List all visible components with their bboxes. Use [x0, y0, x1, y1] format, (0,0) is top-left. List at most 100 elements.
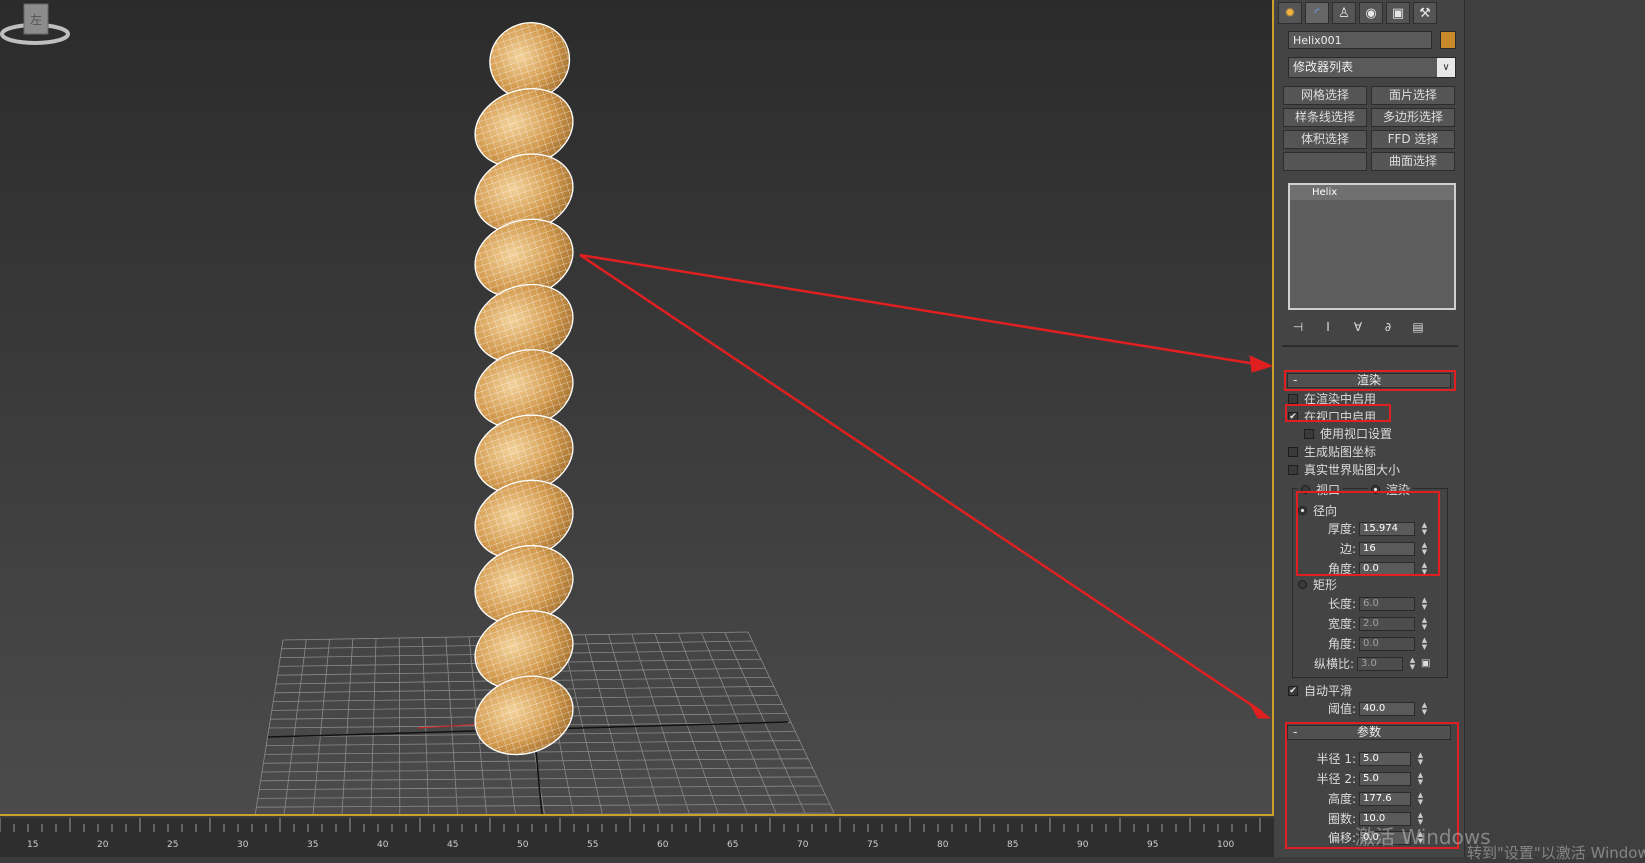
- mesh-select-button[interactable]: 网格选择: [1283, 86, 1367, 105]
- modifier-list-dropdown[interactable]: 修改器列表 ∨: [1288, 57, 1456, 78]
- ruler-label: 45: [447, 840, 459, 850]
- highlight-box: [1296, 491, 1440, 576]
- utilities-icon: ⚒: [1419, 5, 1431, 21]
- perspective-viewport[interactable]: 左: [0, 0, 1274, 816]
- chevron-down-icon: ∨: [1437, 58, 1455, 77]
- viewcube[interactable]: 左: [0, 0, 70, 50]
- spinner-arrows-icon[interactable]: ▲ ▼: [1420, 616, 1429, 631]
- ruler-label: 65: [727, 840, 739, 850]
- ruler-label: 70: [797, 840, 809, 850]
- configure-sets-icon[interactable]: ▤: [1410, 320, 1426, 334]
- ruler-label: 75: [867, 840, 879, 850]
- checkbox-box: [1288, 446, 1298, 457]
- volume-select-button[interactable]: 体积选择: [1283, 130, 1367, 149]
- display-icon: ▣: [1391, 5, 1405, 21]
- ruler-label: 20: [97, 840, 109, 850]
- aspect-spinner[interactable]: 纵横比: 3.0 ▲ ▼ ▣: [1304, 655, 1431, 672]
- checkbox-label: 使用视口设置: [1320, 427, 1393, 441]
- ruler-ticks: [0, 818, 1261, 832]
- ruler-label: 40: [377, 840, 389, 850]
- auto-smooth-checkbox[interactable]: ✔ 自动平滑: [1288, 682, 1352, 699]
- spinner-arrows-icon[interactable]: ▲ ▼: [1420, 596, 1429, 611]
- ruler-label: 30: [237, 840, 249, 850]
- spinner-label: 阈值:: [1327, 702, 1356, 716]
- modifier-sets: 网格选择 面片选择 样条线选择 多边形选择 体积选择 FFD 选择 曲面选择: [1283, 86, 1457, 171]
- spline-select-button[interactable]: 样条线选择: [1283, 108, 1367, 127]
- ruler-label: 50: [517, 840, 529, 850]
- threshold-spinner[interactable]: 阈值: 40.0 ▲ ▼: [1314, 700, 1429, 717]
- ruler-label: 95: [1147, 840, 1159, 850]
- ruler-label: 15: [27, 840, 39, 850]
- radio-dot: [1298, 580, 1307, 589]
- helix-object: [474, 22, 574, 756]
- ruler-label: 60: [657, 840, 669, 850]
- object-name-field[interactable]: Helix001: [1288, 31, 1432, 49]
- spinner-label: 角度:: [1327, 637, 1356, 651]
- spinner-label: 长度:: [1327, 597, 1356, 611]
- modify-icon: ◜: [1314, 5, 1320, 21]
- object-color-swatch[interactable]: [1440, 31, 1456, 49]
- divider: [1282, 345, 1458, 347]
- display-tab[interactable]: ▣: [1386, 2, 1410, 24]
- spinner-label: 宽度:: [1327, 617, 1356, 631]
- ruler-label: 100: [1217, 840, 1235, 850]
- width-spinner[interactable]: 宽度: 2.0 ▲ ▼: [1314, 615, 1429, 632]
- viewcube-face-label: 左: [30, 12, 42, 27]
- ruler-label: 55: [587, 840, 599, 850]
- activate-windows-hint: 转到"设置"以激活 Windows: [1467, 844, 1645, 862]
- spinner-label: 纵横比:: [1313, 657, 1354, 671]
- checkbox-box: [1304, 428, 1314, 439]
- stack-item-helix[interactable]: Helix: [1290, 185, 1454, 200]
- length-field[interactable]: 6.0: [1359, 596, 1415, 611]
- hierarchy-tab[interactable]: ♙: [1332, 2, 1356, 24]
- real-world-map-checkbox[interactable]: 真实世界贴图大小: [1288, 461, 1400, 478]
- spinner-arrows-icon[interactable]: ▲ ▼: [1420, 701, 1429, 716]
- length-spinner[interactable]: 长度: 6.0 ▲ ▼: [1314, 595, 1429, 612]
- checkbox-box: [1288, 464, 1298, 475]
- spinner-arrows-icon[interactable]: ▲ ▼: [1408, 656, 1417, 671]
- remove-modifier-icon[interactable]: ∂: [1380, 320, 1396, 334]
- right-empty-panel: [1464, 0, 1645, 857]
- pin-stack-icon[interactable]: ⊣: [1290, 320, 1306, 334]
- highlight-box: [1284, 370, 1456, 391]
- show-end-result-icon[interactable]: Ⅰ: [1320, 320, 1336, 334]
- poly-select-button[interactable]: 多边形选择: [1371, 108, 1455, 127]
- command-panel-tabs: ✹ ◜ ♙ ◉ ▣ ⚒: [1278, 2, 1437, 24]
- rectangular-radio[interactable]: 矩形: [1298, 576, 1337, 593]
- modify-tab[interactable]: ◜: [1305, 2, 1329, 24]
- checkbox-label: 真实世界贴图大小: [1304, 463, 1401, 477]
- motion-tab[interactable]: ◉: [1359, 2, 1383, 24]
- ffd-select-button[interactable]: FFD 选择: [1371, 130, 1455, 149]
- time-ruler[interactable]: 15 20 25 30 35 40 45 50 55 60 65 70 75 80 85 90 95 100: [0, 818, 1274, 857]
- patch-select-button[interactable]: 面片选择: [1371, 86, 1455, 105]
- angle2-spinner[interactable]: 角度: 0.0 ▲ ▼: [1314, 635, 1429, 652]
- width-field[interactable]: 2.0: [1359, 616, 1415, 631]
- ruler-label: 35: [307, 840, 319, 850]
- angle2-field[interactable]: 0.0: [1359, 636, 1415, 651]
- generate-mapping-checkbox[interactable]: 生成贴图坐标: [1288, 443, 1376, 460]
- viewport-scene: [254, 22, 1272, 814]
- lock-icon[interactable]: ▣: [1421, 658, 1430, 669]
- check-icon: ✔: [1288, 685, 1298, 696]
- checkbox-box: [1288, 393, 1298, 404]
- checkbox-label: 自动平滑: [1304, 684, 1353, 698]
- ruler-label: 25: [167, 840, 179, 850]
- aspect-field[interactable]: 3.0: [1357, 656, 1403, 671]
- surface-select-button[interactable]: 曲面选择: [1371, 152, 1455, 171]
- stack-toolbar: ⊣ Ⅰ ∀ ∂ ▤: [1290, 316, 1458, 338]
- empty-button[interactable]: [1283, 152, 1367, 171]
- spinner-arrows-icon[interactable]: ▲ ▼: [1420, 636, 1429, 651]
- use-viewport-settings-checkbox[interactable]: 使用视口设置: [1304, 425, 1392, 442]
- utilities-tab[interactable]: ⚒: [1413, 2, 1437, 24]
- checkbox-label: 生成贴图坐标: [1304, 445, 1377, 459]
- command-panel: ✹ ◜ ♙ ◉ ▣ ⚒ Helix001 修改器列表 ∨ 网格选择 面片选择 样…: [1274, 0, 1464, 857]
- modifier-stack[interactable]: Helix: [1288, 183, 1456, 310]
- make-unique-icon[interactable]: ∀: [1350, 320, 1366, 334]
- motion-icon: ◉: [1365, 5, 1377, 21]
- ruler-label: 85: [1007, 840, 1019, 850]
- modifier-list-label: 修改器列表: [1293, 60, 1354, 74]
- ruler-label: 90: [1077, 840, 1089, 850]
- create-tab[interactable]: ✹: [1278, 2, 1302, 24]
- hierarchy-icon: ♙: [1338, 5, 1350, 21]
- threshold-field[interactable]: 40.0: [1359, 701, 1415, 716]
